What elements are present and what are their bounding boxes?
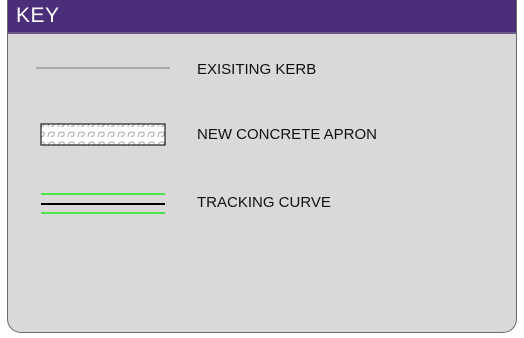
existing-kerb-line-symbol <box>36 67 170 69</box>
legend-item-new-concrete-apron: NEW CONCRETE APRON <box>8 120 516 150</box>
key-legend-panel: KEY EXISITING KERB NEW CONCRETE APRON TR… <box>7 0 517 333</box>
concrete-apron-hatch-symbol <box>40 123 166 146</box>
legend-label-new-concrete-apron: NEW CONCRETE APRON <box>197 126 378 143</box>
key-header: KEY <box>8 0 516 34</box>
legend-label-existing-kerb: EXISITING KERB <box>197 61 317 78</box>
legend-label-tracking-curve: TRACKING CURVE <box>197 194 331 211</box>
tracking-curve-lines-symbol <box>41 193 165 214</box>
legend-item-tracking-curve: TRACKING CURVE <box>8 188 516 218</box>
legend-item-existing-kerb: EXISITING KERB <box>8 55 516 85</box>
key-title: KEY <box>16 4 60 27</box>
